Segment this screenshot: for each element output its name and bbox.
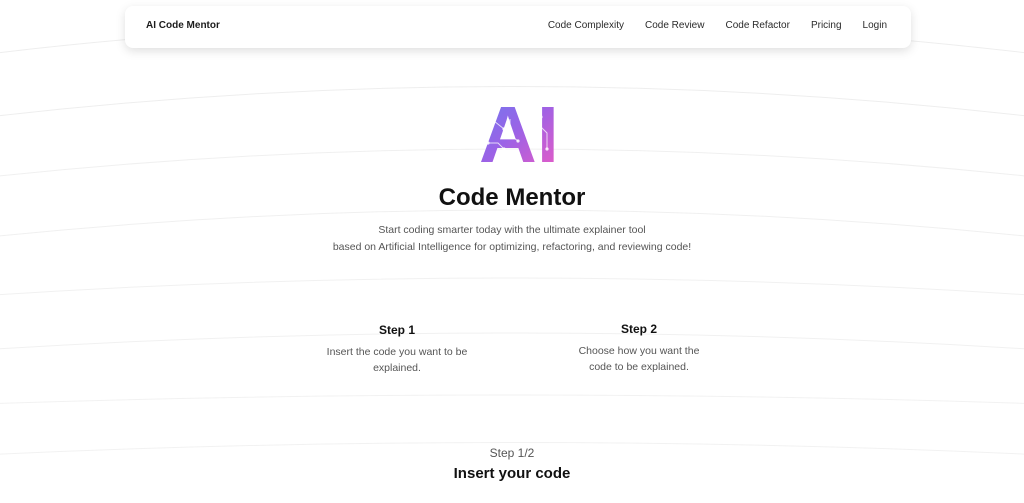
nav-link-login[interactable]: Login bbox=[863, 20, 887, 31]
wizard-progress: Step 1/2 bbox=[489, 446, 535, 460]
step-2-description-line-2: code to be explained. bbox=[589, 361, 689, 373]
hero-title: Code Mentor bbox=[438, 184, 586, 211]
ai-logo: AI bbox=[479, 93, 559, 165]
step-1-description: Insert the code you want to be explained… bbox=[312, 344, 482, 376]
nav-link-code-refactor[interactable]: Code Refactor bbox=[725, 20, 789, 31]
step-2-description-line-1: Choose how you want the bbox=[578, 345, 700, 357]
hero-description-line-2: based on Artificial Intelligence for opt… bbox=[332, 241, 692, 253]
insert-code-title: Insert your code bbox=[453, 465, 571, 482]
step-1-description-line-1: Insert the code you want to be bbox=[326, 346, 468, 358]
nav-link-code-complexity[interactable]: Code Complexity bbox=[548, 20, 624, 31]
step-1-card: Step 1 Insert the code you want to be ex… bbox=[312, 323, 482, 376]
hero-description: Start coding smarter today with the ulti… bbox=[0, 222, 1024, 256]
top-navbar: AI Code Mentor Code Complexity Code Revi… bbox=[125, 6, 911, 48]
step-1-description-line-2: explained. bbox=[373, 362, 421, 374]
brand-link[interactable]: AI Code Mentor bbox=[146, 20, 220, 31]
nav-link-pricing[interactable]: Pricing bbox=[811, 20, 842, 31]
nav-link-code-review[interactable]: Code Review bbox=[645, 20, 704, 31]
step-2-description: Choose how you want the code to be expla… bbox=[554, 343, 724, 375]
hero-description-line-1: Start coding smarter today with the ulti… bbox=[378, 224, 646, 236]
step-2-title: Step 2 bbox=[620, 322, 657, 336]
ai-logo-text: AI bbox=[479, 93, 559, 165]
step-2-card: Step 2 Choose how you want the code to b… bbox=[554, 322, 724, 375]
step-1-title: Step 1 bbox=[378, 323, 415, 337]
page: AI Code Mentor Code Complexity Code Revi… bbox=[0, 0, 1024, 503]
nav-links: Code Complexity Code Review Code Refacto… bbox=[548, 20, 887, 31]
